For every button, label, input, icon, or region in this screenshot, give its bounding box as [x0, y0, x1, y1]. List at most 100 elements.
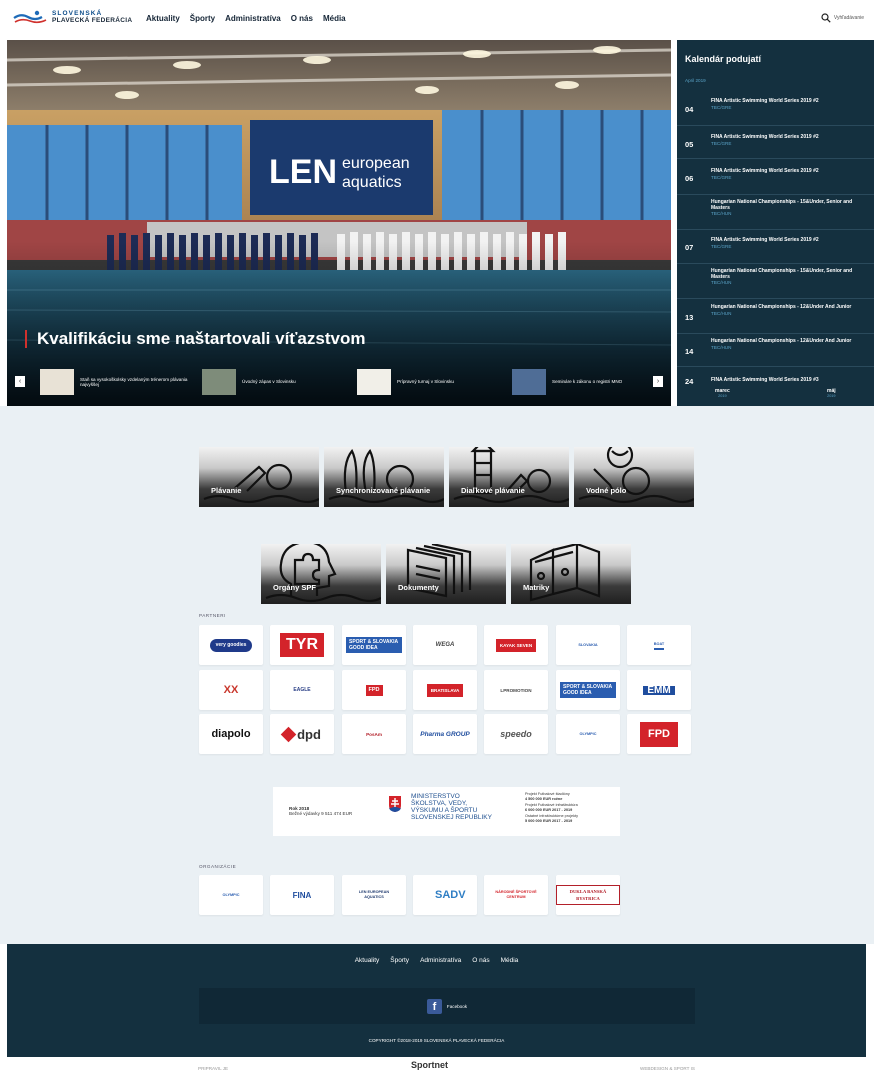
partner-logo[interactable]: OLYMPIC — [556, 714, 620, 754]
search-label: Vyhľadávanie — [833, 15, 864, 21]
sport-tile-synchronizovane[interactable]: Synchronizované plávanie — [324, 447, 444, 507]
calendar-event[interactable]: 07 FINA Artistic Swimming World Series 2… — [677, 230, 874, 264]
partner-logo[interactable]: PosAm — [342, 714, 406, 754]
thumb-item[interactable]: Semináre k zákonu o registri MNO — [512, 367, 652, 397]
org-logo[interactable]: OLYMPIC — [199, 875, 263, 915]
partner-name: BOAT — [653, 641, 665, 650]
partner-logo[interactable]: speedo — [484, 714, 548, 754]
slider-prev-button[interactable]: ‹ — [15, 376, 25, 387]
event-day: 13 — [685, 313, 694, 322]
hero-slider[interactable]: LEN european aquatics — [7, 40, 671, 406]
sport-label: Plávanie — [211, 486, 242, 495]
head-puzzle-icon — [265, 544, 381, 603]
footer-nav-sporty[interactable]: Športy — [390, 957, 409, 964]
event-day: 07 — [685, 243, 694, 252]
ministry-banner[interactable]: Rok 2018 Bežné výdavky 9 511 474 EUR MIN… — [273, 787, 620, 836]
slider-next-button[interactable]: › — [653, 376, 663, 387]
sport-label: Dokumenty — [398, 583, 439, 592]
logo[interactable]: SLOVENSKÁ PLAVECKÁ FEDERÁCIA — [12, 9, 132, 25]
sport-tile-matriky[interactable]: Matriky — [511, 544, 631, 604]
organizations-heading: ORGANIZÁCIE — [199, 864, 237, 869]
sport-tile-dokumenty[interactable]: Dokumenty — [386, 544, 506, 604]
event-name: Hungarian National Championships - 12&Un… — [711, 338, 852, 344]
org-logo[interactable]: FINA — [270, 875, 334, 915]
sportnet-logo[interactable]: Sportnet — [411, 1060, 448, 1070]
calendar-event[interactable]: 04 FINA Artistic Swimming World Series 2… — [677, 88, 874, 126]
partner-name: PosAm — [366, 731, 382, 737]
thumb-image — [357, 369, 391, 395]
thumb-item[interactable]: Prípravný turnaj v Slovinsku — [357, 367, 507, 397]
calendar-event[interactable]: 05 FINA Artistic Swimming World Series 2… — [677, 126, 874, 159]
calendar-event[interactable]: Hungarian National Championships - 15&Un… — [677, 264, 874, 299]
nav-item-administrativa[interactable]: Administratíva — [225, 14, 281, 23]
credit-left: PRIPRAVIL JE — [198, 1066, 229, 1071]
sport-tile-organy[interactable]: Orgány SPF — [261, 544, 381, 604]
calendar-event[interactable]: 14 Hungarian National Championships - 12… — [677, 334, 874, 367]
hero-image: LEN european aquatics — [7, 40, 671, 406]
nav-item-media[interactable]: Média — [323, 14, 346, 23]
partner-name: EMM — [643, 685, 675, 695]
credits-strip: PRIPRAVIL JE Sportnet WEBDESIGN & SPORT … — [0, 1057, 874, 1073]
ministry-name-1: MINISTERSTVO — [411, 793, 460, 800]
partner-logo[interactable]: BOAT — [627, 625, 691, 665]
calendar-event[interactable]: 13 Hungarian National Championships - 12… — [677, 299, 874, 334]
search-button[interactable]: Vyhľadávanie — [821, 13, 864, 23]
thumb-text: Staň sa vysokoškolsky vzdelaným trénerom… — [80, 376, 188, 388]
calendar-event[interactable]: 06 FINA Artistic Swimming World Series 2… — [677, 159, 874, 195]
nav-item-sporty[interactable]: Športy — [190, 14, 215, 23]
calendar-event[interactable]: 24 FINA Artistic Swimming World Series 2… — [677, 367, 874, 387]
org-logo[interactable]: NÁRODNÉ ŠPORTOVÉ CENTRUM — [484, 875, 548, 915]
facebook-link[interactable]: f Facebook — [199, 988, 695, 1024]
event-name: Hungarian National Championships - 12&Un… — [711, 304, 852, 310]
footer-nav-administrativa[interactable]: Administratíva — [420, 957, 461, 964]
partner-logo[interactable]: SLOVAKIA — [556, 625, 620, 665]
footer-nav-o-nas[interactable]: O nás — [472, 957, 489, 964]
partner-logo[interactable]: LPROMOTION — [484, 670, 548, 710]
nav-item-o-nas[interactable]: O nás — [291, 14, 313, 23]
org-logo[interactable]: DUKLA BANSKÁ BYSTRICA — [556, 875, 620, 915]
footer-nav-aktuality[interactable]: Aktuality — [355, 957, 380, 964]
prev-month-button[interactable]: marec 2019 — [715, 388, 730, 398]
partner-logo[interactable]: Pharma GROUP — [413, 714, 477, 754]
thumb-item[interactable]: Staň sa vysokoškolsky vzdelaným trénerom… — [40, 367, 190, 397]
ministry-expenses: Bežné výdavky 9 511 474 EUR — [289, 811, 353, 816]
thumb-image — [202, 369, 236, 395]
partner-logo[interactable]: XX — [199, 670, 263, 710]
sport-tile-vodne-polo[interactable]: Vodné pólo — [574, 447, 694, 507]
partner-logo[interactable]: SPORT & SLOVAKIA GOOD IDEA — [342, 625, 406, 665]
partner-logo[interactable]: EMM — [627, 670, 691, 710]
partner-logo[interactable]: diapolo — [199, 714, 263, 754]
partner-logo[interactable]: FPD — [627, 714, 691, 754]
sport-tile-dialkove[interactable]: Diaľkové plávanie — [449, 447, 569, 507]
prev-month-year: 2019 — [718, 394, 727, 398]
footer-nav-media[interactable]: Média — [501, 957, 519, 964]
partner-name: diapolo — [211, 728, 251, 740]
event-location: TBC/HUN — [711, 211, 732, 216]
thumb-item[interactable]: Úvodný zápas v Slovinsku — [202, 367, 352, 397]
hero-title[interactable]: Kvalifikáciu sme naštartovali víťazstvom — [25, 330, 365, 348]
partner-logo[interactable]: very goodies — [199, 625, 263, 665]
thumb-text: Úvodný zápas v Slovinsku — [242, 379, 296, 385]
nav-item-aktuality[interactable]: Aktuality — [146, 14, 180, 23]
partner-logo[interactable]: BRATISLAVA — [413, 670, 477, 710]
next-month-button[interactable]: máj 2019 — [827, 388, 836, 398]
event-day: 05 — [685, 140, 694, 149]
thumb-image — [40, 369, 74, 395]
facebook-icon: f — [426, 998, 442, 1014]
partner-logo[interactable]: FPD — [342, 670, 406, 710]
org-logo[interactable]: SADV — [413, 875, 477, 915]
event-location: TBC/HUN — [711, 280, 732, 285]
partner-logo[interactable]: KAYAK SEVEN — [484, 625, 548, 665]
partner-logo[interactable]: EAGLE — [270, 670, 334, 710]
partner-logo[interactable]: TYR — [270, 625, 334, 665]
calendar-event[interactable]: Hungarian National Championships - 15&Un… — [677, 195, 874, 230]
org-logo[interactable]: LEN EUROPEAN AQUATICS — [342, 875, 406, 915]
sport-label: Orgány SPF — [273, 583, 316, 592]
partner-logo[interactable]: WEGA — [413, 625, 477, 665]
partner-logo[interactable]: dpd — [270, 714, 334, 754]
partner-logo[interactable]: SPORT & SLOVAKIA GOOD IDEA — [556, 670, 620, 710]
sport-tile-plavanie[interactable]: Plávanie — [199, 447, 319, 507]
partner-name: LPROMOTION — [500, 687, 532, 693]
partner-name: speedo — [500, 728, 532, 739]
partner-name: FPD — [365, 684, 383, 696]
